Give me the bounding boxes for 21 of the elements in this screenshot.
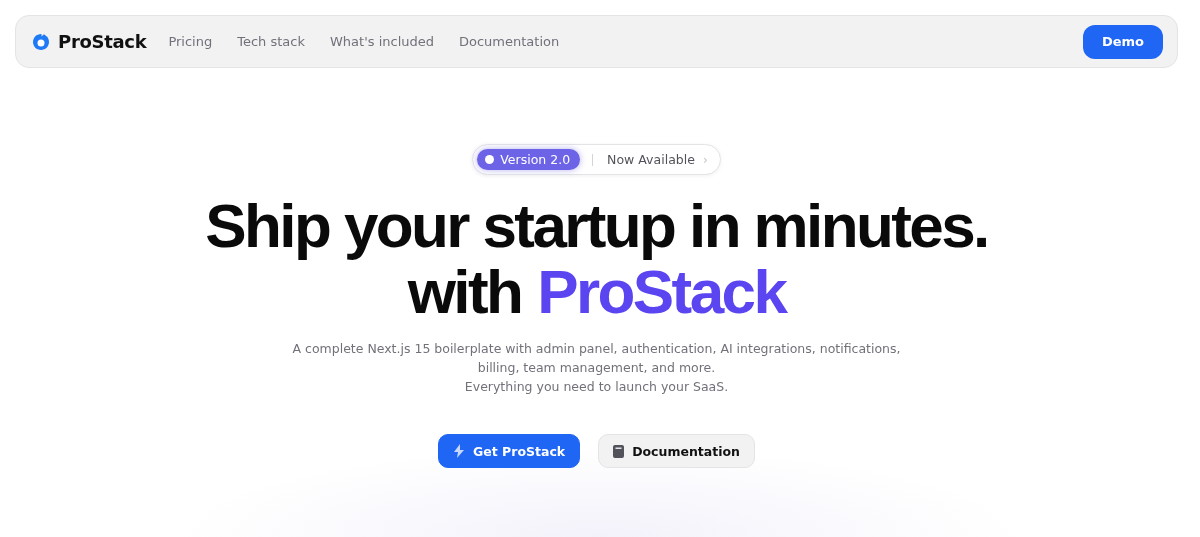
lightning-icon [453,444,465,458]
announcement-pill[interactable]: Version 2.0 Now Available › [472,144,721,175]
nav-link[interactable]: Documentation [459,34,560,49]
announcement-text: Now Available [607,152,695,167]
nav-link[interactable]: Tech stack [237,34,305,49]
headline: with [407,259,522,325]
dot-icon [485,155,495,164]
get-prostack-button[interactable]: Get ProStack [438,434,581,468]
documentation-button[interactable]: Documentation [598,434,755,468]
description: A complete Next.js 15 boilerplate with admin panel, authentication, AI integrations, notifications, billing, team management, and more. [291,340,902,377]
nav-link[interactable]: What's included [330,34,434,49]
tagline: Everything you need to launch your SaaS. [464,378,729,396]
chevron-icon: › [702,152,708,167]
headline-highlight: ProStack [537,259,786,325]
nav-link[interactable]: Pricing [168,34,213,49]
headline: Ship your startup in minutes. [205,193,988,259]
logo-icon [32,32,50,51]
book-icon [613,444,625,458]
version-badge: Version 2.0 [477,149,581,170]
demo-button[interactable]: Demo [1082,24,1163,59]
brand-name: ProStack [58,31,147,52]
